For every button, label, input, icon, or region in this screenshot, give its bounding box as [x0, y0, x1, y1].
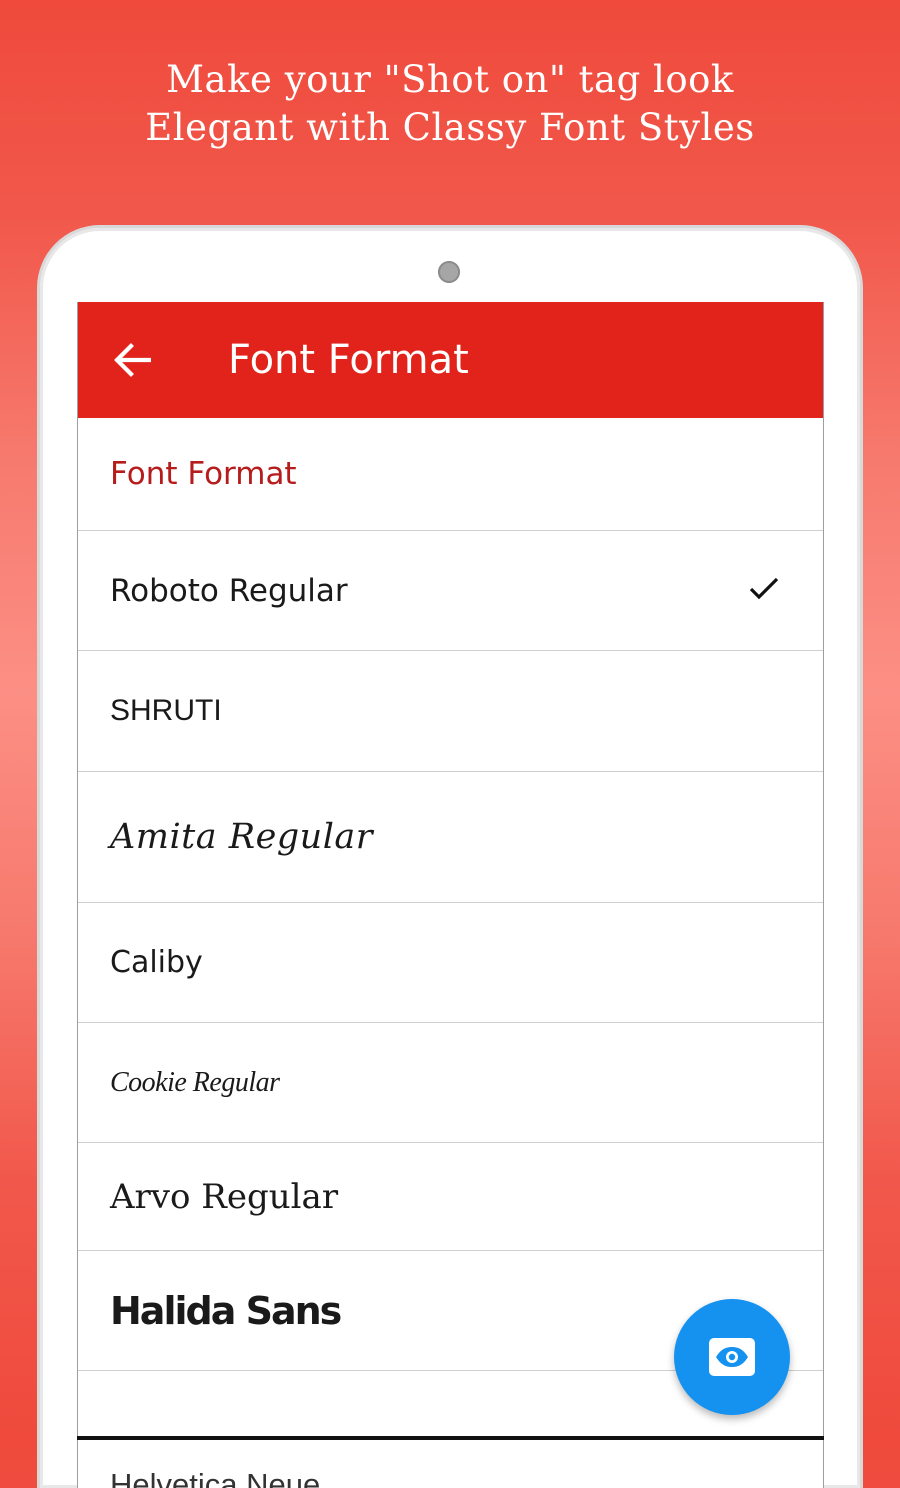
eye-icon [709, 1338, 755, 1376]
font-option-caliby[interactable]: Caliby [78, 903, 823, 1023]
screen-bottom-edge [77, 1436, 824, 1440]
app-bar: Font Format [78, 302, 823, 418]
promo-headline: Make your "Shot on" tag look Elegant wit… [0, 56, 900, 152]
font-option-amita-regular[interactable]: Amita Regular [78, 772, 823, 903]
camera-icon [438, 261, 460, 283]
app-bar-title: Font Format [228, 337, 469, 383]
font-option-arvo-regular[interactable]: Arvo Regular [78, 1143, 823, 1251]
preference-category-title: Font Format [78, 418, 823, 531]
font-option-label: SHRUTI [110, 694, 222, 727]
font-option-label: Caliby [110, 945, 203, 980]
preview-fab-button[interactable] [674, 1299, 790, 1415]
font-option-shruti[interactable]: SHRUTI [78, 651, 823, 772]
back-button[interactable] [100, 328, 164, 392]
font-option-label: Helvetica Neue [110, 1467, 321, 1488]
font-option-cookie-regular[interactable]: Cookie Regular [78, 1023, 823, 1143]
font-option-label: Amita Regular [110, 817, 374, 857]
font-option-label: Halida Sans [110, 1288, 342, 1333]
font-option-label: Roboto Regular [110, 572, 348, 609]
headline-line-1: Make your "Shot on" tag look [166, 58, 734, 101]
font-option-label: Cookie Regular [110, 1066, 280, 1098]
checkmark-icon [749, 573, 779, 609]
headline-line-2: Elegant with Classy Font Styles [145, 106, 755, 149]
font-option-roboto-regular[interactable]: Roboto Regular [78, 531, 823, 651]
arrow-left-icon [114, 343, 151, 377]
font-option-label: Arvo Regular [110, 1176, 339, 1217]
